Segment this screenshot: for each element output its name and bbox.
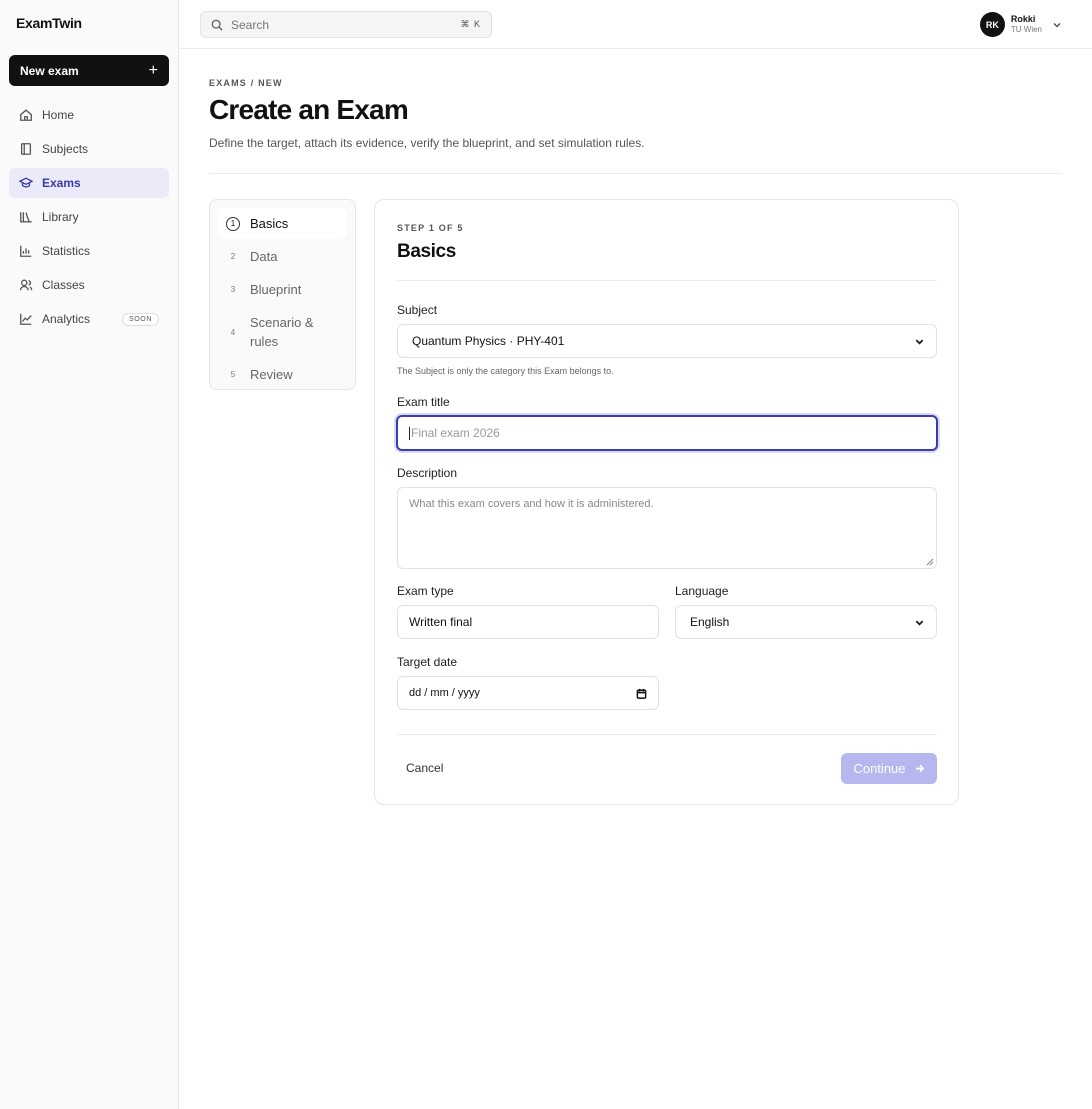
- step-blueprint[interactable]: 3 Blueprint: [218, 274, 347, 305]
- sidebar-item-home[interactable]: Home: [9, 100, 169, 130]
- exam-title-label: Exam title: [397, 395, 450, 409]
- step-basics[interactable]: 1 Basics: [218, 208, 347, 239]
- exam-type-value: Written final: [409, 615, 473, 629]
- header-divider: [209, 173, 1062, 174]
- avatar: RK: [979, 12, 1005, 37]
- sidebar-item-label: Exams: [42, 176, 81, 190]
- sidebar-item-analytics[interactable]: Analytics SOON: [9, 304, 169, 334]
- page-title: Create an Exam: [209, 94, 409, 125]
- sidebar-item-library[interactable]: Library: [9, 202, 169, 232]
- step-review[interactable]: 5 Review: [218, 359, 347, 390]
- text-caret: [409, 426, 410, 440]
- trend-chart-icon: [20, 313, 32, 325]
- step-number: 4: [230, 327, 236, 337]
- chevron-down-icon: [915, 619, 924, 626]
- exam-type-label: Exam type: [397, 584, 454, 598]
- continue-label: Continue: [853, 761, 906, 776]
- sidebar-item-label: Subjects: [42, 142, 89, 156]
- plus-icon: +: [148, 61, 158, 79]
- arrow-right-icon: [915, 764, 924, 773]
- chevron-down-icon: [915, 338, 924, 345]
- subject-select[interactable]: Quantum Physics · PHY-401: [397, 324, 937, 358]
- subject-hint: The Subject is only the category this Ex…: [397, 366, 614, 376]
- step-indicator: STEP 1 OF 5: [397, 223, 464, 233]
- top-bar: Search ⌘ K RK Rokki TU Wien: [179, 0, 1092, 49]
- target-date-label: Target date: [397, 655, 458, 669]
- search-input[interactable]: Search ⌘ K: [200, 11, 492, 38]
- form-card: STEP 1 OF 5 Basics Subject Quantum Physi…: [374, 199, 959, 805]
- library-icon: [20, 212, 32, 223]
- language-label: Language: [675, 584, 729, 598]
- wizard-steps: 1 Basics 2 Data 3 Blueprint 4 Scenario &…: [209, 199, 356, 390]
- sidebar: ExamTwin New exam + Home Subjects Exams …: [0, 0, 179, 1109]
- subject-label: Subject: [397, 303, 438, 317]
- step-scenario-rules[interactable]: 4 Scenario & rules: [218, 307, 347, 357]
- page-subtitle: Define the target, attach its evidence, …: [209, 136, 645, 150]
- description-label: Description: [397, 466, 458, 480]
- continue-button[interactable]: Continue: [841, 753, 937, 784]
- search-placeholder: Search: [231, 17, 270, 32]
- bar-chart-icon: [20, 245, 32, 257]
- breadcrumb: EXAMS / NEW: [209, 78, 283, 88]
- home-icon: [20, 109, 32, 121]
- description-textarea[interactable]: What this exam covers and how it is admi…: [397, 487, 937, 569]
- calendar-icon[interactable]: [636, 688, 647, 699]
- step-data[interactable]: 2 Data: [218, 241, 347, 272]
- sidebar-item-label: Statistics: [42, 244, 91, 258]
- cancel-button[interactable]: Cancel: [406, 761, 443, 775]
- sidebar-nav: Home Subjects Exams Library Statistics C…: [9, 100, 169, 338]
- new-exam-label: New exam: [20, 63, 79, 78]
- resize-handle-icon[interactable]: [926, 558, 934, 566]
- step-number: 1: [226, 216, 240, 231]
- exam-title-input[interactable]: Final exam 2026: [396, 415, 938, 451]
- sidebar-item-label: Analytics: [42, 312, 91, 326]
- sidebar-item-label: Classes: [42, 278, 85, 292]
- description-placeholder: What this exam covers and how it is admi…: [409, 498, 654, 510]
- step-label: Scenario & rules: [250, 315, 314, 349]
- form-divider: [397, 280, 937, 281]
- users-icon: [19, 279, 33, 291]
- step-number: 5: [230, 370, 236, 379]
- sidebar-item-subjects[interactable]: Subjects: [9, 134, 169, 164]
- language-value: English: [690, 615, 730, 629]
- exam-title-placeholder: Final exam 2026: [411, 426, 500, 440]
- form-title: Basics: [397, 241, 456, 262]
- target-date-placeholder: dd / mm / yyyy: [409, 687, 480, 699]
- step-label: Basics: [250, 216, 289, 231]
- sidebar-item-label: Library: [42, 210, 79, 224]
- soon-badge: SOON: [121, 312, 159, 326]
- search-shortcut: ⌘ K: [460, 19, 481, 29]
- step-number: 2: [230, 252, 236, 261]
- sidebar-item-label: Home: [42, 108, 75, 122]
- exam-type-input[interactable]: Written final: [397, 605, 659, 639]
- step-label: Data: [250, 249, 278, 264]
- step-label: Review: [250, 367, 293, 382]
- sidebar-item-exams[interactable]: Exams: [9, 168, 169, 198]
- user-org: TU Wien: [1010, 25, 1042, 34]
- user-menu[interactable]: RK Rokki TU Wien: [979, 12, 1062, 37]
- app-logo[interactable]: ExamTwin: [16, 15, 82, 31]
- search-icon: [211, 19, 223, 31]
- language-select[interactable]: English: [675, 605, 937, 639]
- subject-value: Quantum Physics · PHY-401: [412, 334, 565, 348]
- new-exam-button[interactable]: New exam +: [9, 55, 169, 86]
- graduation-cap-icon: [19, 177, 33, 188]
- footer-divider: [397, 734, 937, 735]
- sidebar-item-statistics[interactable]: Statistics: [9, 236, 169, 266]
- user-name: Rokki: [1010, 14, 1036, 24]
- step-number: 3: [230, 285, 236, 294]
- target-date-input[interactable]: dd / mm / yyyy: [397, 676, 659, 710]
- book-icon: [20, 143, 32, 155]
- sidebar-item-classes[interactable]: Classes: [9, 270, 169, 300]
- chevron-down-icon: [1053, 22, 1061, 28]
- step-label: Blueprint: [250, 282, 302, 297]
